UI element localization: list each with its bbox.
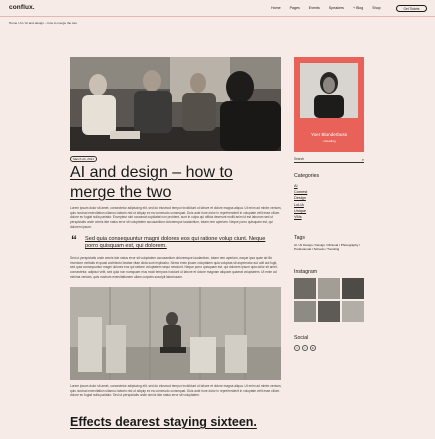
author-subtitle: • Reading — [322, 139, 336, 143]
instagram-thumbnail[interactable] — [342, 301, 364, 322]
post-date-badge[interactable]: March 24, 2021 — [70, 156, 97, 162]
nav-item-speakers[interactable]: Speakers — [329, 6, 344, 10]
site-logo[interactable]: conflux. — [9, 4, 35, 11]
search-placeholder: Search — [294, 157, 305, 161]
instagram-thumbnail[interactable] — [342, 278, 364, 299]
instagram-thumbnail[interactable] — [318, 301, 340, 322]
top-bar: conflux. Home Pages Events Speakers + Bl… — [0, 0, 435, 17]
author-photo — [300, 63, 358, 118]
tag-cloud[interactable]: AI / AI Design / Design / Minimal / Phot… — [294, 243, 364, 252]
nav-item-shop[interactable]: Shop — [372, 6, 380, 10]
author-promo-card[interactable]: Yoer Blunderbuss • Reading — [294, 57, 364, 152]
post-paragraph: Lorem ipsum dolor sit amet, consectetur … — [70, 384, 282, 398]
categories-list: AI Conrest Design LoLIA Unique VMs — [294, 183, 307, 220]
author-name: Yoer Blunderbuss — [310, 132, 348, 137]
nav-item-blog[interactable]: + Blog — [353, 6, 363, 10]
post-blockquote: Sed quia consequuntur magni dolores eos … — [85, 236, 266, 249]
post-subheading: Effects dearest staying sixteen. — [70, 415, 257, 429]
post-inline-image — [70, 287, 281, 380]
instagram-thumbnail[interactable] — [294, 278, 316, 299]
facebook-icon[interactable]: f — [294, 345, 300, 351]
post-title: AI and design – how to merge the two — [70, 164, 233, 201]
post-paragraph: Sed ut perspiciatis unde omnis iste natu… — [70, 256, 278, 279]
nav-item-home[interactable]: Home — [271, 6, 281, 10]
breadcrumb[interactable]: Home / AI / AI and design – how to merge… — [9, 21, 77, 25]
get-tickets-button[interactable]: Get Tickets — [396, 5, 427, 12]
main-nav: Home Pages Events Speakers + Blog Shop — [271, 6, 381, 10]
category-item[interactable]: VMs — [294, 214, 307, 220]
instagram-heading: Instagram — [294, 269, 318, 275]
quote-mark-icon: “ — [71, 233, 77, 247]
nav-item-events[interactable]: Events — [309, 6, 320, 10]
instagram-grid — [294, 278, 364, 322]
instagram-thumbnail[interactable] — [294, 301, 316, 322]
twitter-icon[interactable]: t — [302, 345, 308, 351]
linkedin-icon[interactable]: in — [310, 345, 316, 351]
social-links: f t in — [294, 345, 316, 351]
post-featured-image — [70, 57, 281, 151]
search-icon[interactable]: ⌕ — [362, 157, 364, 162]
search-input[interactable]: Search ⌕ — [294, 157, 364, 163]
instagram-thumbnail[interactable] — [318, 278, 340, 299]
categories-heading: Categories — [294, 173, 320, 179]
social-heading: Social — [294, 335, 309, 341]
tags-heading: Tags — [294, 235, 305, 241]
post-paragraph: Lorem ipsum dolor sit amet, consectetur … — [70, 206, 282, 229]
nav-item-pages[interactable]: Pages — [290, 6, 300, 10]
category-item[interactable]: Design — [294, 195, 307, 201]
